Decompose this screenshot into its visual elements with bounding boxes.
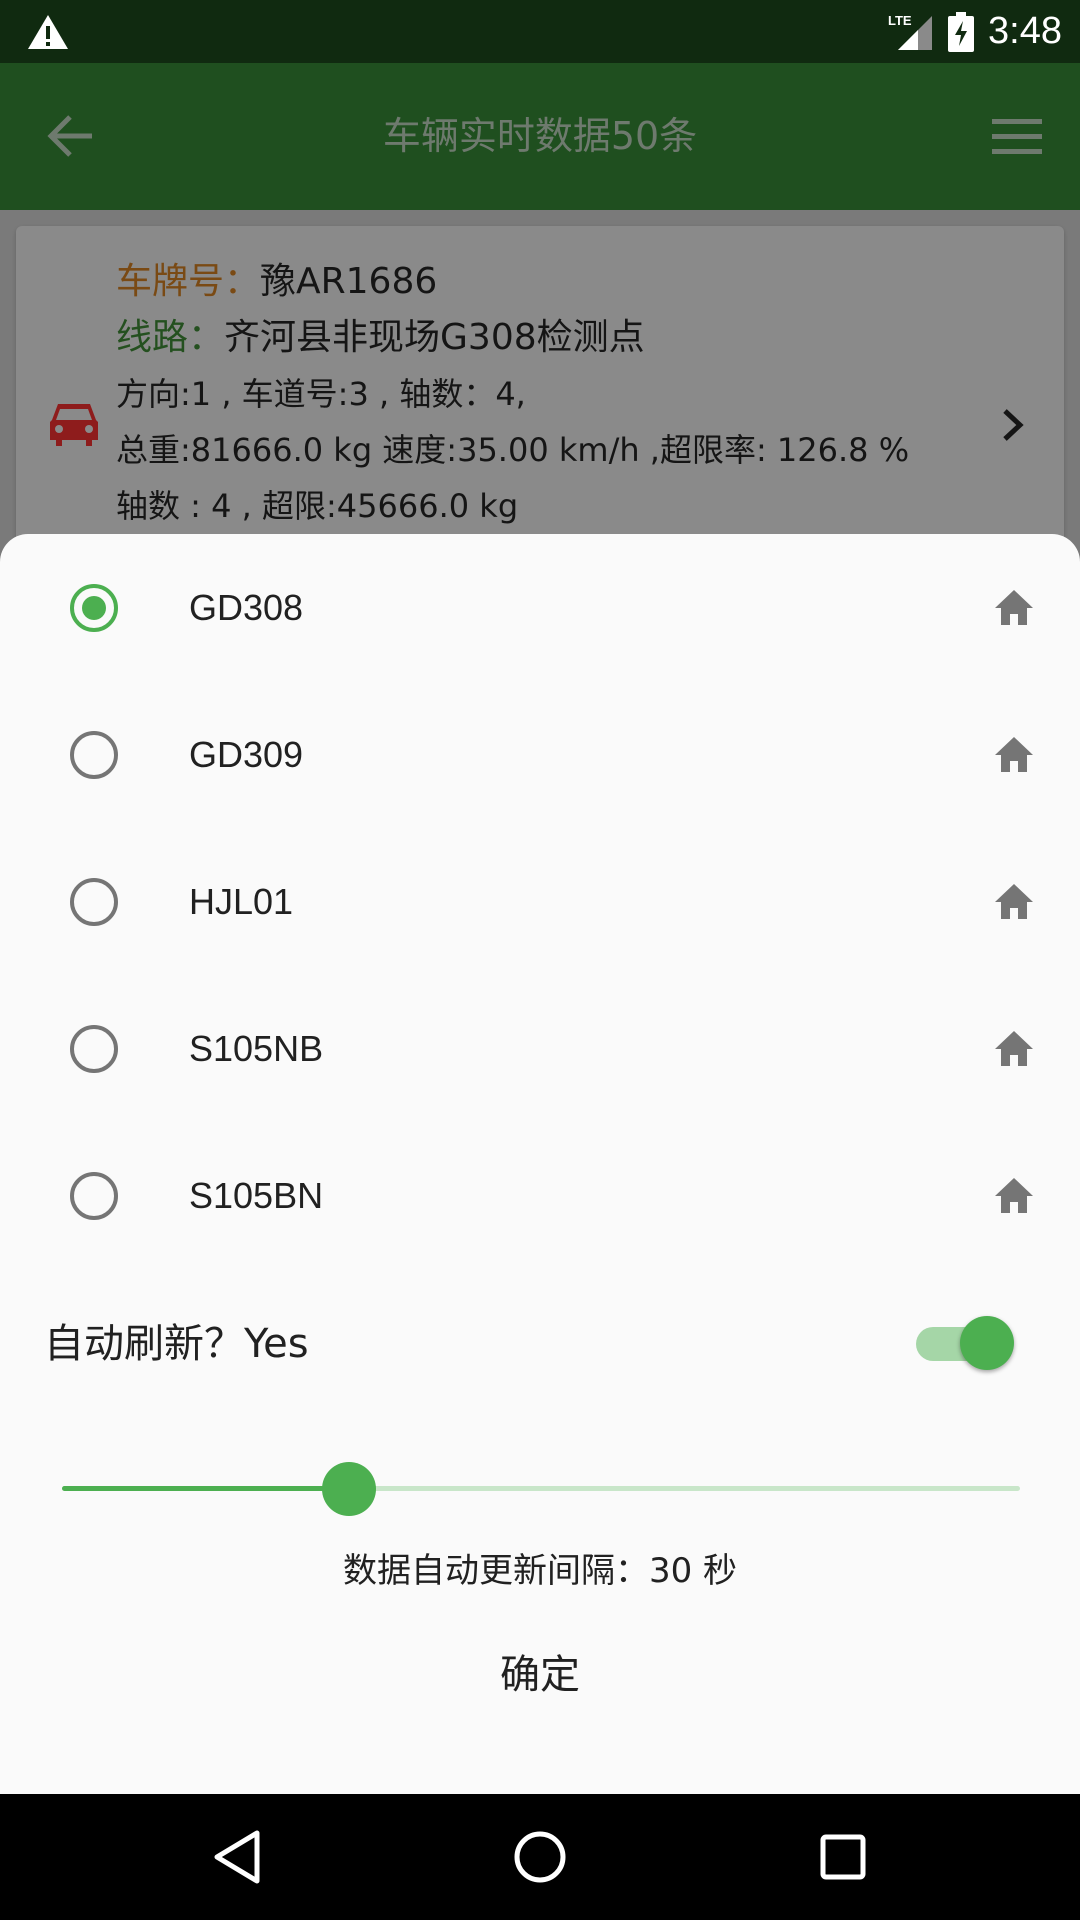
route-label: 线路：: [116, 317, 225, 358]
radio-button[interactable]: [70, 1025, 118, 1073]
home-icon: [995, 1178, 1033, 1213]
navigation-bar: [0, 1794, 1080, 1920]
screen: LTE 3:48 车辆实时数据50条 车牌号：豫AR1686 线路：齐河县非现场…: [0, 0, 1080, 1920]
plate-label: 车牌号：: [116, 261, 261, 302]
home-icon: [995, 884, 1033, 919]
route-value: 齐河县非现场G308检测点: [224, 317, 645, 358]
radio-button[interactable]: [70, 878, 118, 926]
slider-fill: [62, 1486, 350, 1491]
auto-refresh-switch[interactable]: [916, 1314, 1014, 1372]
axle-row: 轴数 : 4 , 超限:45666.0 kg: [116, 487, 519, 525]
interval-text: 数据自动更新间隔：30 秒: [342, 1551, 738, 1591]
radio-button[interactable]: [70, 731, 118, 779]
route-option[interactable]: S105NB: [0, 975, 1080, 1122]
radio-button[interactable]: [70, 1172, 118, 1220]
vehicle-details: 车牌号：豫AR1686 线路：齐河县非现场G308检测点 方向:1 , 车道号:…: [116, 254, 944, 534]
plate-value: 豫AR1686: [260, 261, 438, 302]
route-option-label: S105NB: [189, 1028, 324, 1069]
home-icon: [995, 737, 1033, 772]
route-option-label: GD309: [189, 734, 304, 775]
confirm-button[interactable]: 确定: [440, 1640, 640, 1710]
home-icon: [995, 1031, 1033, 1066]
page-title: 车辆实时数据50条: [382, 114, 698, 158]
vehicle-card[interactable]: 车牌号：豫AR1686 线路：齐河县非现场G308检测点 方向:1 , 车道号:…: [16, 226, 1064, 546]
app-bar: 车辆实时数据50条: [0, 63, 1080, 210]
route-option-label: GD308: [189, 587, 304, 628]
nav-recents-icon[interactable]: [813, 1827, 873, 1887]
route-option[interactable]: GD309: [0, 681, 1080, 828]
route-option[interactable]: S105BN: [0, 1122, 1080, 1269]
weight-row: 总重:81666.0 kg 速度:35.00 km/h ,超限率: 126.8 …: [116, 431, 910, 469]
nav-back-icon[interactable]: [207, 1827, 267, 1887]
status-right: LTE 3:48: [888, 0, 1062, 63]
battery-charging-icon: [948, 11, 975, 52]
lte-signal-icon: LTE: [888, 13, 933, 50]
svg-text:LTE: LTE: [888, 13, 912, 28]
direction-row: 方向:1 , 车道号:3 , 轴数：4,: [116, 375, 526, 413]
plate-row: 车牌号：豫AR1686: [116, 254, 944, 310]
route-option-label: HJL01: [189, 881, 294, 922]
warning-icon: [28, 15, 68, 49]
home-icon: [995, 590, 1033, 625]
route-row: 线路：齐河县非现场G308检测点: [116, 310, 944, 366]
nav-home-icon[interactable]: [510, 1827, 570, 1887]
slider-thumb[interactable]: [322, 1462, 377, 1516]
auto-refresh-label: 自动刷新？Yes: [44, 1321, 309, 1367]
switch-thumb: [960, 1316, 1014, 1370]
route-option[interactable]: HJL01: [0, 828, 1080, 975]
route-option[interactable]: GD308: [0, 534, 1080, 681]
route-option-label: S105BN: [189, 1175, 324, 1216]
menu-icon[interactable]: [992, 117, 1042, 155]
route-select-sheet: GD308 GD309 HJL01 S105NB S105BN: [0, 534, 1080, 1794]
chevron-right-icon: [1003, 409, 1024, 441]
car-icon: [50, 404, 98, 446]
refresh-interval-slider[interactable]: [62, 1460, 1020, 1518]
radio-dot: [82, 596, 106, 620]
radio-button[interactable]: [70, 584, 118, 632]
status-bar: LTE 3:48: [0, 0, 1080, 63]
status-time: 3:48: [988, 10, 1062, 52]
